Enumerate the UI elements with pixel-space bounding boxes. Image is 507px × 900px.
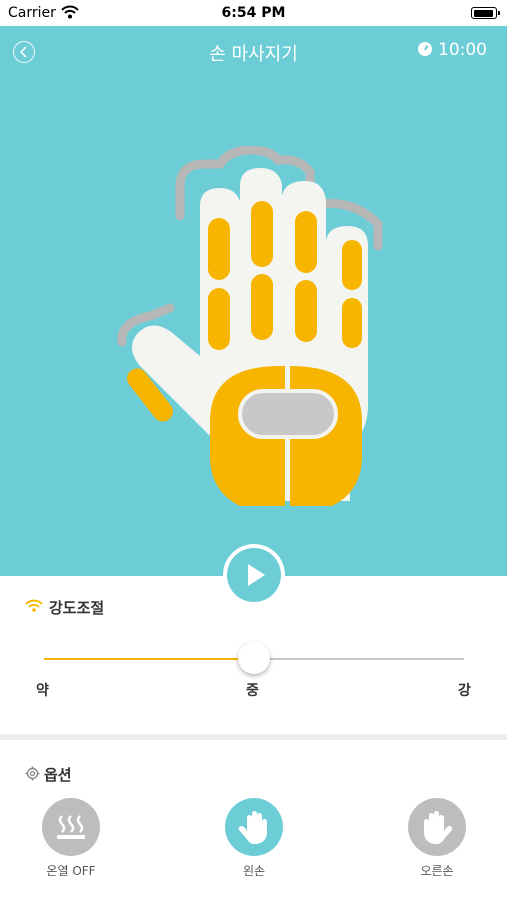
status-time: 6:54 PM xyxy=(221,5,286,21)
status-bar: Carrier 6:54 PM xyxy=(0,0,507,26)
play-icon xyxy=(227,548,281,602)
finger-pad xyxy=(295,280,317,342)
finger-pad xyxy=(342,240,362,290)
signal-icon xyxy=(25,599,43,612)
option-left-hand-label: 왼손 xyxy=(242,864,266,878)
timer-value: 10:00 xyxy=(438,40,487,60)
divider xyxy=(0,734,507,740)
timer: 10:00 xyxy=(418,40,487,60)
finger-pad xyxy=(208,288,230,350)
play-button[interactable] xyxy=(223,544,285,606)
slider-track-filled[interactable] xyxy=(44,658,254,660)
option-heat[interactable]: 온열 OFF xyxy=(21,798,121,879)
heat-icon xyxy=(42,798,100,856)
option-right-hand[interactable]: 오른손 xyxy=(387,798,487,879)
finger-pad xyxy=(208,218,230,280)
palm-sensor xyxy=(238,389,338,439)
option-left-hand[interactable]: 왼손 xyxy=(204,798,304,879)
gear-icon xyxy=(25,766,40,781)
clock-icon xyxy=(418,42,432,56)
tick-medium: 중 xyxy=(246,683,259,699)
hand-massage-illustration xyxy=(117,146,383,506)
finger-pad xyxy=(342,298,362,348)
options-label: 옵션 xyxy=(44,766,72,784)
tick-strong: 강 xyxy=(458,683,471,699)
option-heat-label: 온열 OFF xyxy=(46,864,96,878)
hero-area: 손 마사지기 10:00 xyxy=(0,26,507,576)
finger-pad xyxy=(295,211,317,273)
slider-track[interactable] xyxy=(254,658,464,660)
intensity-slider-thumb[interactable] xyxy=(238,642,270,674)
tick-weak: 약 xyxy=(36,683,49,699)
intensity-label: 강도조절 xyxy=(49,599,105,617)
right-hand-icon xyxy=(408,798,466,856)
left-hand-icon xyxy=(225,798,283,856)
finger-pad xyxy=(251,274,273,340)
finger-pad xyxy=(251,201,273,267)
battery-icon xyxy=(471,7,500,19)
option-right-hand-label: 오른손 xyxy=(420,864,454,878)
